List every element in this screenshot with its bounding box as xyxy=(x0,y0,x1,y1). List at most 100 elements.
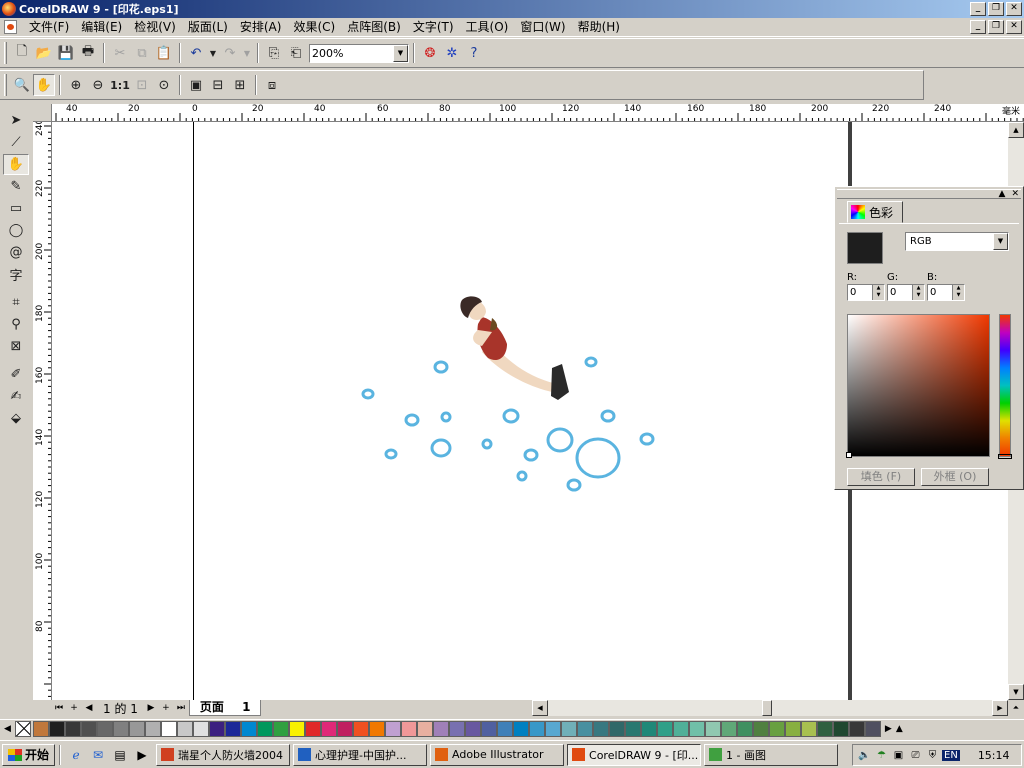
firewall-icon[interactable]: ⛨ xyxy=(925,748,940,763)
pan-hand-icon[interactable]: ✋ xyxy=(33,74,55,96)
paste-icon[interactable]: 📋 xyxy=(153,42,175,64)
text-tool-icon[interactable]: 字 xyxy=(3,264,29,285)
navigator-expand-icon[interactable]: ⏶ xyxy=(1008,700,1024,716)
restore-button[interactable]: ❐ xyxy=(988,2,1004,16)
doc-minimize-button[interactable]: _ xyxy=(970,20,986,34)
palette-swatch[interactable] xyxy=(800,721,817,737)
palette-swatch[interactable] xyxy=(656,721,673,737)
volume-icon[interactable]: 🔈 xyxy=(857,748,872,763)
import-icon[interactable]: ⎘ xyxy=(263,42,285,64)
add-page-after-icon[interactable]: + xyxy=(159,701,173,715)
palette-swatch[interactable] xyxy=(208,721,225,737)
doc-restore-button[interactable]: ❐ xyxy=(988,20,1004,34)
palette-swatch[interactable] xyxy=(64,721,81,737)
menu-arrange[interactable]: 安排(A) xyxy=(234,19,288,36)
color-model-select[interactable]: RGB ▼ xyxy=(905,232,1009,251)
horizontal-scrollbar[interactable]: ◀ ▶ xyxy=(532,700,1008,716)
palette-scroll-left-icon[interactable]: ◀ xyxy=(4,724,11,734)
open-folder-icon[interactable]: 📂 xyxy=(33,42,55,64)
pick-tool-icon[interactable]: ➤ xyxy=(3,110,29,131)
scroll-left-icon[interactable]: ◀ xyxy=(532,700,548,716)
whats-this-help-icon[interactable]: ? xyxy=(463,42,485,64)
palette-swatch[interactable] xyxy=(176,721,193,737)
color-tab[interactable]: 色彩 xyxy=(847,201,903,223)
palette-swatch[interactable] xyxy=(112,721,129,737)
palette-swatch[interactable] xyxy=(48,721,65,737)
outline-button[interactable]: 外框 (O) xyxy=(921,468,989,486)
palette-swatch[interactable] xyxy=(80,721,97,737)
freehand-tool-icon[interactable]: ✎ xyxy=(3,176,29,197)
palette-swatch[interactable] xyxy=(400,721,417,737)
fill-button[interactable]: 填色 (F) xyxy=(847,468,915,486)
first-page-icon[interactable]: ⏮ xyxy=(52,701,66,715)
add-page-before-icon[interactable]: + xyxy=(67,701,81,715)
palette-swatch[interactable] xyxy=(736,721,753,737)
show-desktop-icon[interactable]: ▤ xyxy=(111,746,129,764)
palette-expand-icon[interactable]: ▲ xyxy=(896,724,903,734)
palette-swatch[interactable] xyxy=(848,721,865,737)
zoom-actual-size-button[interactable]: 1:1 xyxy=(109,74,131,96)
taskbar-button[interactable]: 1 - 画图 xyxy=(704,743,839,766)
scroll-down-icon[interactable]: ▼ xyxy=(1008,684,1024,700)
menu-window[interactable]: 窗口(W) xyxy=(514,19,571,36)
spin-arrows-icon[interactable]: ▲ ▼ xyxy=(912,285,924,300)
channel-b-stepper[interactable]: 0 ▲ ▼ xyxy=(927,284,965,301)
palette-swatch[interactable] xyxy=(576,721,593,737)
scroll-right-icon[interactable]: ▶ xyxy=(992,700,1008,716)
palette-swatch[interactable] xyxy=(464,721,481,737)
palette-swatch[interactable] xyxy=(192,721,209,737)
palette-swatch[interactable] xyxy=(256,721,273,737)
docker-collapse-icon[interactable]: ▲ xyxy=(999,189,1006,199)
page-tab[interactable]: 页面 1 xyxy=(188,700,262,716)
palette-swatch[interactable] xyxy=(448,721,465,737)
redo-icon[interactable]: ↷ xyxy=(219,42,241,64)
start-button[interactable]: 开始 xyxy=(2,743,56,766)
palette-swatch[interactable] xyxy=(864,721,881,737)
palette-swatch[interactable] xyxy=(128,721,145,737)
menu-help[interactable]: 帮助(H) xyxy=(572,19,626,36)
spiral-tool-icon[interactable]: @ xyxy=(3,242,29,263)
channel-r-stepper[interactable]: 0 ▲ ▼ xyxy=(847,284,885,301)
pan-tool-icon[interactable]: ✋ xyxy=(3,154,29,175)
palette-swatch[interactable] xyxy=(144,721,161,737)
eyedropper-tool-icon[interactable]: ⚲ xyxy=(3,314,29,335)
zoom-page-height-icon[interactable]: ⊞ xyxy=(229,74,251,96)
zoom-all-objects-icon[interactable]: ⊙ xyxy=(153,74,175,96)
corel-online-icon[interactable]: ✲ xyxy=(441,42,463,64)
palette-swatch[interactable] xyxy=(688,721,705,737)
export-icon[interactable]: ⎗ xyxy=(285,42,307,64)
spin-arrows-icon[interactable]: ▲ ▼ xyxy=(872,285,884,300)
palette-swatch[interactable] xyxy=(368,721,385,737)
outline-tool-icon[interactable]: ✐ xyxy=(3,364,29,385)
palette-swatch[interactable] xyxy=(672,721,689,737)
palette-swatch[interactable] xyxy=(320,721,337,737)
palette-swatch[interactable] xyxy=(720,721,737,737)
rectangle-tool-icon[interactable]: ▭ xyxy=(3,198,29,219)
saturation-brightness-picker[interactable] xyxy=(846,314,990,458)
application-launcher-icon[interactable]: ❂ xyxy=(419,42,441,64)
zoom-tool-icon[interactable]: 🔍 xyxy=(11,74,33,96)
palette-swatch[interactable] xyxy=(640,721,657,737)
interactive-blend-tool-icon[interactable]: ⌗ xyxy=(3,292,29,313)
palette-swatch[interactable] xyxy=(560,721,577,737)
ellipse-tool-icon[interactable]: ◯ xyxy=(3,220,29,241)
zoom-page-icon[interactable]: ▣ xyxy=(185,74,207,96)
palette-swatch[interactable] xyxy=(544,721,561,737)
swimmer-figure[interactable] xyxy=(460,296,569,400)
zoom-level-combo[interactable]: 200% ▼ xyxy=(309,43,409,63)
scroll-up-icon[interactable]: ▲ xyxy=(1008,122,1024,138)
close-button[interactable]: ✕ xyxy=(1006,2,1022,16)
palette-swatch[interactable] xyxy=(816,721,833,737)
fill-tool-icon[interactable]: ✍ xyxy=(3,386,29,407)
spin-arrows-icon[interactable]: ▲ ▼ xyxy=(952,285,964,300)
palette-swatch[interactable] xyxy=(480,721,497,737)
doc-close-button[interactable]: ✕ xyxy=(1006,20,1022,34)
taskbar-button[interactable]: Adobe Illustrator xyxy=(430,743,565,766)
no-color-swatch[interactable] xyxy=(14,721,31,737)
toolbar-grip[interactable] xyxy=(4,74,7,96)
print-icon[interactable]: 🖶 xyxy=(77,42,99,64)
taskbar-button[interactable]: 心理护理-中国护... xyxy=(293,743,428,766)
input-language-indicator[interactable]: EN xyxy=(942,749,960,761)
palette-swatch[interactable] xyxy=(336,721,353,737)
computer-icon[interactable]: ▣ xyxy=(891,748,906,763)
